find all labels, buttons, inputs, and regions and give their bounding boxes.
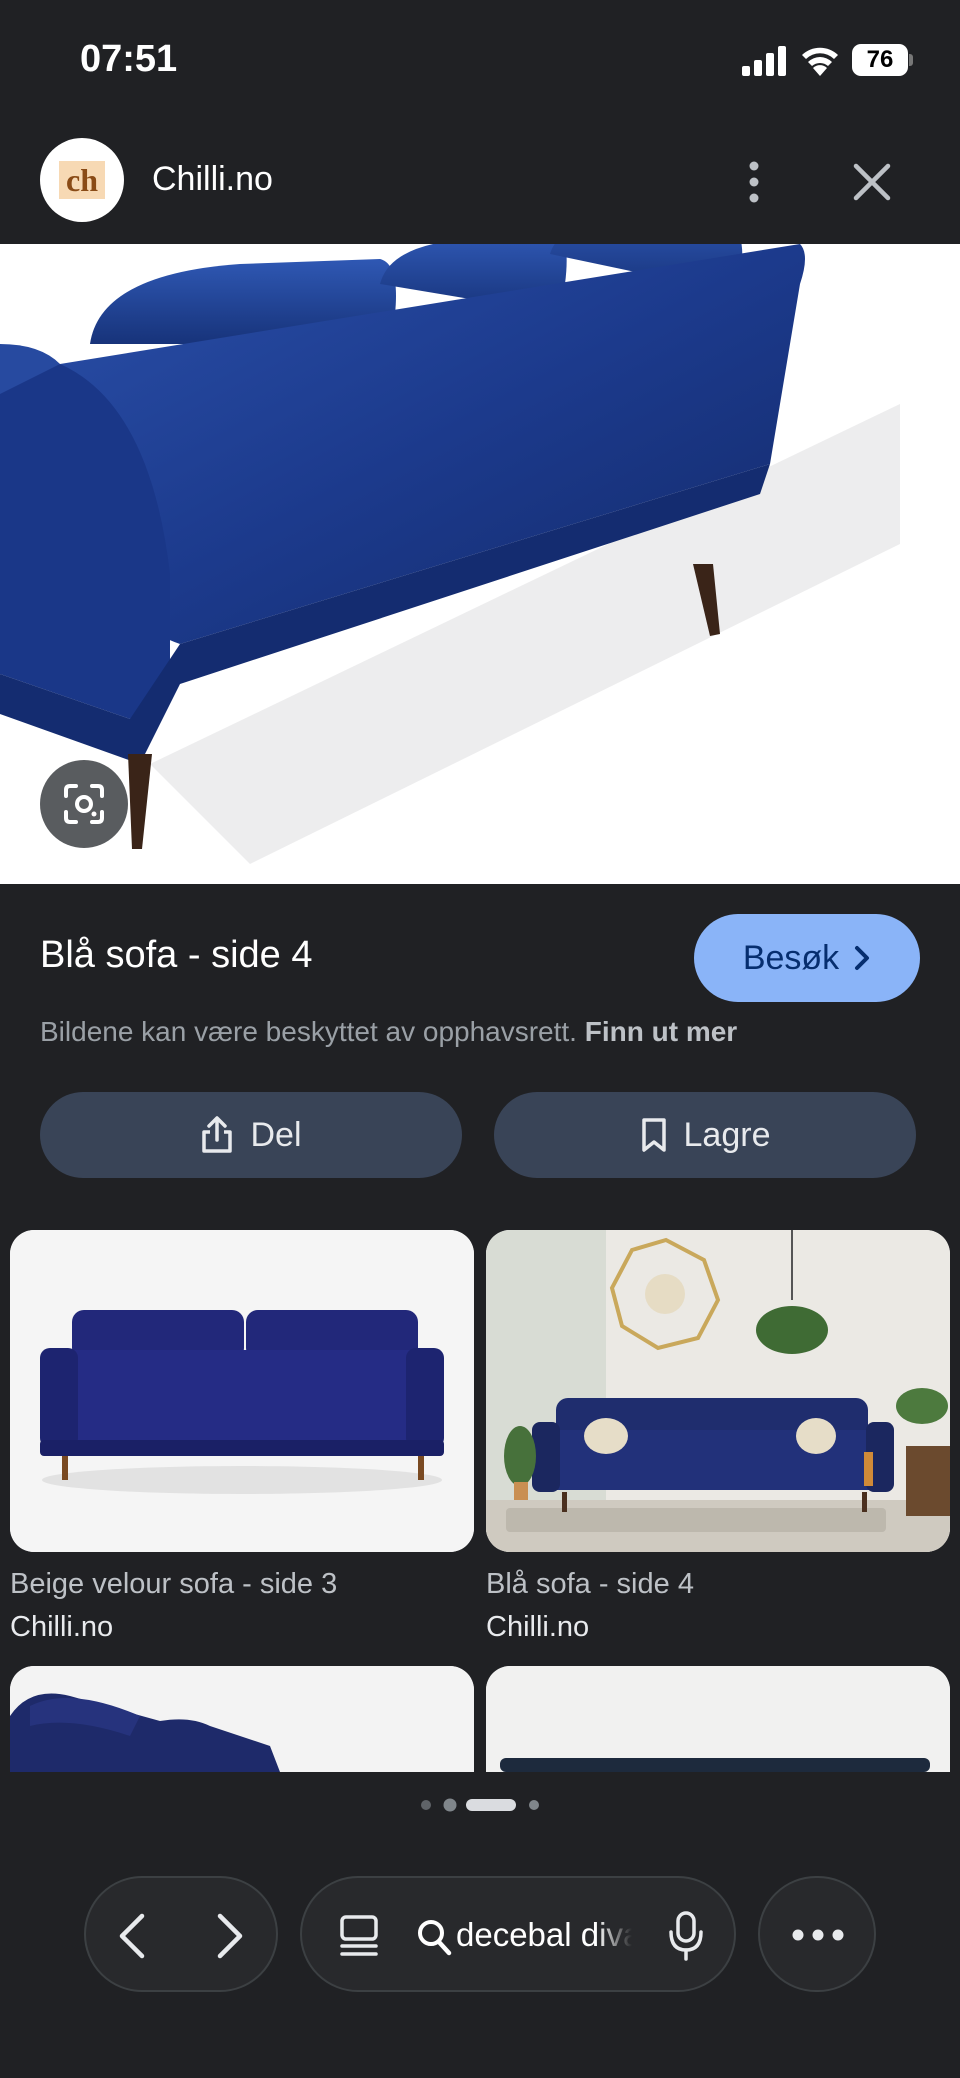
status-bar: 07:51 76 [0, 0, 960, 120]
search-icon [418, 1920, 452, 1956]
site-logo[interactable]: ch [40, 138, 124, 222]
bookmark-icon [641, 1118, 666, 1152]
forward-icon[interactable] [212, 1912, 248, 1960]
related-image [10, 1666, 474, 1772]
share-icon [202, 1116, 233, 1153]
status-time: 07:51 [80, 38, 178, 80]
copyright-notice: Bildene kan være beskyttet av opphavsret… [40, 1016, 737, 1048]
close-icon[interactable] [850, 160, 894, 204]
page-indicator [421, 1798, 539, 1812]
sofa-thumbnail [10, 1666, 474, 1772]
google-lens-icon [64, 784, 104, 824]
cellular-signal-icon [742, 46, 786, 76]
lens-search-button[interactable] [40, 760, 128, 848]
main-image[interactable] [0, 244, 960, 884]
more-horizontal-icon [792, 1929, 844, 1941]
search-query: decebal divan [456, 1916, 632, 1953]
battery-icon: 76 [852, 44, 913, 76]
related-image-card[interactable]: Blå sofa - side 4 Chilli.no [486, 1230, 950, 1644]
related-image-card[interactable] [10, 1666, 474, 1772]
related-title: Beige velour sofa - side 3 [10, 1568, 338, 1600]
visit-button-label: Besøk [742, 938, 840, 977]
navigation-controls [84, 1876, 278, 1992]
back-icon[interactable] [114, 1912, 150, 1960]
battery-level: 76 [866, 46, 894, 73]
sofa-thumbnail [486, 1666, 950, 1772]
more-menu-button[interactable] [758, 1876, 876, 1992]
bottom-toolbar: decebal divan [0, 1772, 960, 2078]
related-image-card[interactable]: Beige velour sofa - side 3 Chilli.no [10, 1230, 474, 1644]
search-bar[interactable]: decebal divan [300, 1876, 736, 1992]
share-label: Del [250, 1115, 302, 1154]
learn-more-link[interactable]: Finn ut mer [585, 1016, 737, 1047]
blue-sofa-image [0, 244, 960, 884]
sofa-thumbnail [10, 1230, 474, 1552]
save-label: Lagre [683, 1115, 771, 1154]
chevron-right-icon [855, 946, 870, 970]
related-image [486, 1666, 950, 1772]
microphone-icon[interactable] [668, 1910, 704, 1962]
site-name[interactable]: Chilli.no [152, 160, 273, 199]
site-logo-text: ch [59, 161, 105, 199]
related-title: Blå sofa - side 4 [486, 1568, 694, 1600]
related-image [486, 1230, 950, 1552]
more-options-icon[interactable] [734, 158, 774, 206]
share-button[interactable]: Del [40, 1092, 462, 1178]
related-image-card[interactable] [486, 1666, 950, 1772]
tabs-icon[interactable] [338, 1914, 380, 1958]
image-title: Blå sofa - side 4 [40, 934, 313, 976]
copyright-text: Bildene kan være beskyttet av opphavsret… [40, 1016, 577, 1047]
visit-button[interactable]: Besøk [694, 914, 920, 1002]
related-image [10, 1230, 474, 1552]
viewer-header: ch Chilli.no [0, 120, 960, 244]
wifi-icon [802, 47, 838, 76]
save-button[interactable]: Lagre [494, 1092, 916, 1178]
related-source: Chilli.no [10, 1611, 114, 1643]
related-source: Chilli.no [486, 1611, 590, 1643]
living-room-thumbnail [486, 1230, 950, 1552]
